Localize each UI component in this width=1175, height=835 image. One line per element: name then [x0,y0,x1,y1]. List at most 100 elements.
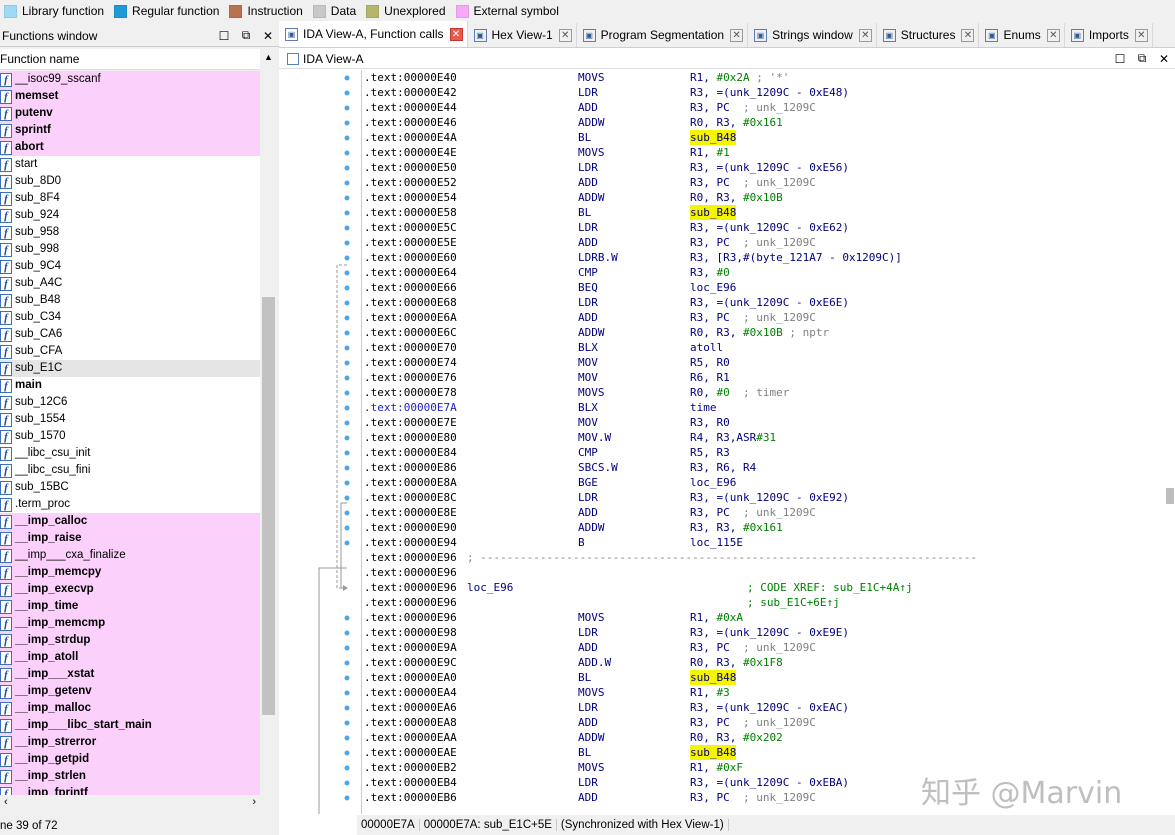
code-line[interactable]: .text:00000EA4 MOVS R1, #3 [362,685,1165,700]
breakpoint-dot[interactable] [344,540,350,546]
function-row[interactable]: f __imp_malloc [0,700,260,717]
breakpoint-dot[interactable] [344,675,350,681]
code-line[interactable]: .text:00000E42 LDR R3, =(unk_1209C - 0xE48… [362,85,1165,100]
breakpoint-dot[interactable] [344,690,350,696]
breakpoint-dot[interactable] [344,210,350,216]
breakpoint-dot[interactable] [344,465,350,471]
float-icon[interactable]: ⧉ [235,28,257,43]
function-row[interactable]: f memset [0,88,260,105]
code-line[interactable]: .text:00000E74 MOV R5, R0 [362,355,1165,370]
function-row[interactable]: f sub_15BC [0,479,260,496]
tab-enums[interactable]: ▣ Enums ✕ [979,23,1065,47]
code-line[interactable]: .text:00000E8E ADD R3, PC ; unk_1209C [362,505,1165,520]
function-row[interactable]: f __libc_csu_init [0,445,260,462]
close-icon[interactable]: ✕ [1153,52,1175,66]
code-line[interactable]: .text:00000E44 ADD R3, PC ; unk_1209C [362,100,1165,115]
function-row[interactable]: f __imp_strlen [0,768,260,785]
tab-imports[interactable]: ▣ Imports ✕ [1065,23,1153,47]
breakpoint-dot[interactable] [344,165,350,171]
breakpoint-dot[interactable] [344,750,350,756]
function-row[interactable]: f sub_1554 [0,411,260,428]
restore-icon[interactable]: ☐ [213,29,235,43]
breakpoint-dot[interactable] [344,375,350,381]
function-reference[interactable]: sub_B48 [690,130,737,145]
code-line[interactable]: .text:00000E76 MOV R6, R1 [362,370,1165,385]
function-row[interactable]: f sub_8D0 [0,173,260,190]
close-icon[interactable]: ✕ [257,29,279,43]
scroll-left-icon[interactable]: ‹ [4,796,8,808]
function-row[interactable]: f sub_C34 [0,309,260,326]
code-line[interactable]: .text:00000E98 LDR R3, =(unk_1209C - 0xE9E… [362,625,1165,640]
code-line[interactable]: .text:00000EAA ADDW R0, R3, #0x202 [362,730,1165,745]
breakpoint-dot[interactable] [344,180,350,186]
code-line[interactable]: .text:00000EA0 BL sub_B48 [362,670,1165,685]
function-row[interactable]: f __imp_calloc [0,513,260,530]
float-icon[interactable]: ⧉ [1131,51,1153,66]
function-row[interactable]: f __imp_execvp [0,581,260,598]
code-line[interactable]: .text:00000E66 BEQ loc_E96 [362,280,1165,295]
scrollbar-thumb[interactable] [1166,488,1174,504]
breakpoint-dot[interactable] [344,270,350,276]
breakpoint-dot[interactable] [344,345,350,351]
code-line[interactable]: .text:00000E96 loc_E96 ; CODE XREF: sub_E1… [362,580,1165,595]
breakpoint-dot[interactable] [344,135,350,141]
scroll-up-icon[interactable]: ▲ [264,52,273,62]
code-line[interactable]: .text:00000E4A BL sub_B48 [362,130,1165,145]
function-row[interactable]: f sub_998 [0,241,260,258]
function-row[interactable]: f __imp_raise [0,530,260,547]
function-row[interactable]: f __imp_strdup [0,632,260,649]
breakpoint-dot[interactable] [344,765,350,771]
code-line[interactable]: .text:00000EA8 ADD R3, PC ; unk_1209C [362,715,1165,730]
breakpoint-dot[interactable] [344,435,350,441]
function-row[interactable]: f sub_CA6 [0,326,260,343]
code-line[interactable]: .text:00000E8C LDR R3, =(unk_1209C - 0xE92… [362,490,1165,505]
functions-list[interactable]: f __isoc99_sscanf f memset f putenv f sprintf f a… [0,71,260,795]
function-row[interactable]: f __imp_fprintf [0,785,260,795]
code-line[interactable]: .text:00000E9A ADD R3, PC ; unk_1209C [362,640,1165,655]
breakpoint-dot[interactable] [344,525,350,531]
code-line[interactable]: .text:00000E5E ADD R3, PC ; unk_1209C [362,235,1165,250]
breakpoint-dot[interactable] [344,495,350,501]
code-line[interactable]: .text:00000E5C LDR R3, =(unk_1209C - 0xE62… [362,220,1165,235]
tab-program-segmentation[interactable]: ▣ Program Segmentation ✕ [577,23,749,47]
breakpoint-dot[interactable] [344,780,350,786]
tab-strings-window[interactable]: ▣ Strings window ✕ [748,23,877,47]
breakpoint-dot[interactable] [344,645,350,651]
function-row[interactable]: f __imp_time [0,598,260,615]
breakpoint-dot[interactable] [344,195,350,201]
code-line[interactable]: .text:00000E96 ; ------------------------… [362,550,1165,565]
breakpoint-dot[interactable] [344,615,350,621]
breakpoint-dot[interactable] [344,705,350,711]
scroll-right-icon[interactable]: › [252,796,256,808]
function-row[interactable]: f sub_CFA [0,343,260,360]
code-line[interactable]: .text:00000E96 [362,565,1165,580]
function-row[interactable]: f __imp_getenv [0,683,260,700]
breakpoint-dot[interactable] [344,240,350,246]
code-line[interactable]: .text:00000E7E MOV R3, R0 [362,415,1165,430]
tab-ida-view-a-function-calls[interactable]: ▣ IDA View-A, Function calls ✕ [279,21,468,47]
code-line[interactable]: .text:00000E86 SBCS.W R3, R6, R4 [362,460,1165,475]
code-line[interactable]: .text:00000E50 LDR R3, =(unk_1209C - 0xE56… [362,160,1165,175]
breakpoint-dot[interactable] [344,300,350,306]
function-row[interactable]: f sub_924 [0,207,260,224]
function-row[interactable]: f sub_958 [0,224,260,241]
breakpoint-dot[interactable] [344,390,350,396]
code-line[interactable]: .text:00000E84 CMP R5, R3 [362,445,1165,460]
breakpoint-dot[interactable] [344,150,350,156]
disassembly-listing[interactable]: .text:00000E40 MOVS R1, #0x2A ; '*' .text:0… [361,70,1165,814]
function-row[interactable]: f sub_12C6 [0,394,260,411]
function-row[interactable]: f __imp___libc_start_main [0,717,260,734]
function-row[interactable]: f __imp_strerror [0,734,260,751]
code-line[interactable]: .text:00000E94 Bloc_115E [362,535,1165,550]
breakpoint-dot[interactable] [344,660,350,666]
function-row[interactable]: f __imp_atoll [0,649,260,666]
code-line[interactable]: .text:00000E54 ADDW R0, R3, #0x10B [362,190,1165,205]
function-reference[interactable]: sub_B48 [690,745,737,760]
tab-structures[interactable]: ▣ Structures ✕ [877,23,980,47]
tab-close-icon[interactable]: ✕ [1046,28,1060,42]
code-line[interactable]: .text:00000E52 ADD R3, PC ; unk_1209C [362,175,1165,190]
code-line[interactable]: .text:00000E4E MOVS R1, #1 [362,145,1165,160]
function-row[interactable]: f __imp_getpid [0,751,260,768]
code-line[interactable]: .text:00000E6A ADD R3, PC ; unk_1209C [362,310,1165,325]
breakpoint-dot[interactable] [344,285,350,291]
